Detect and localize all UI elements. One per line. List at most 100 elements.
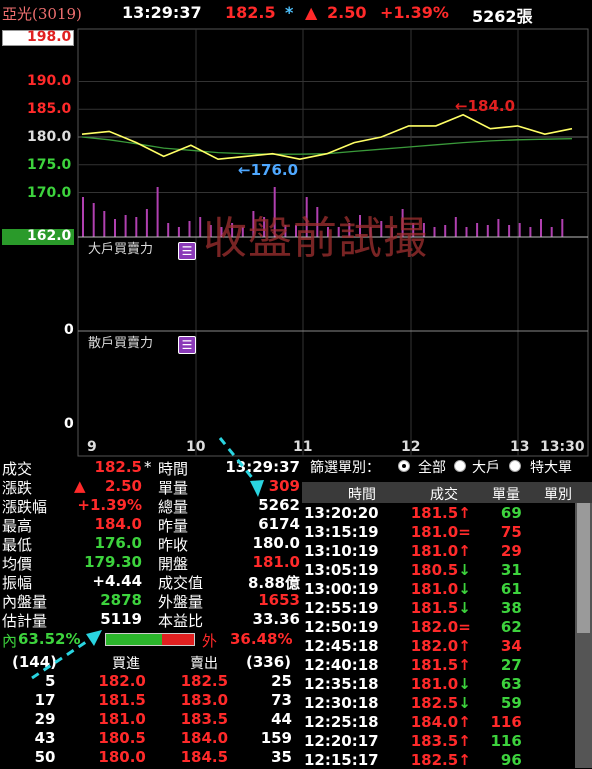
quote-row: 內盤量 2878 外盤量 1653 <box>0 591 302 611</box>
volume-bar <box>497 219 500 237</box>
up-triangle-icon: ▲ <box>74 477 86 495</box>
volume-bar <box>124 215 127 237</box>
volume-bar <box>529 227 532 237</box>
ask-price[interactable]: 183.5 <box>146 709 228 728</box>
bid-price[interactable]: 181.0 <box>55 709 145 728</box>
quote-row: 成交 182.5 * 時間 13:29:37 <box>0 458 302 478</box>
tick-direction-icon: ↓ <box>458 560 471 579</box>
tick-row[interactable]: 13:05:19 180.5↓ 31 <box>302 560 574 579</box>
tick-direction-icon: ↓ <box>458 579 471 598</box>
volume-bar <box>135 217 138 237</box>
x-label-13: 13 <box>510 439 530 455</box>
ticks-scrollbar[interactable] <box>575 503 592 768</box>
quote-value: 184.0 <box>94 515 142 533</box>
tick-price-value: 181.0 <box>410 541 459 560</box>
tick-direction-icon: ↑ <box>458 655 471 674</box>
filter-bar: 篩選單別： 全部 大戶 特大單 <box>304 456 592 478</box>
y-label-170: 170.0 <box>27 185 72 201</box>
inner-outer-row: 內 63.52% 外 36.48% <box>0 630 302 650</box>
tick-qty: 61 <box>500 579 522 598</box>
ask-price[interactable]: 182.5 <box>146 671 228 690</box>
tick-time: 12:15:17 <box>304 750 379 769</box>
tick-qty: 59 <box>500 693 522 712</box>
tick-type <box>532 674 574 693</box>
tick-row[interactable]: 12:20:17 183.5↑ 116 <box>302 731 574 750</box>
tick-time: 13:05:19 <box>304 560 379 579</box>
tick-row[interactable]: 12:25:18 184.0↑ 116 <box>302 712 574 731</box>
tick-row[interactable]: 12:30:18 182.5↓ 59 <box>302 693 574 712</box>
volume-bar <box>540 219 542 237</box>
tick-price-value: 182.5 <box>410 693 459 712</box>
tick-price-value: 181.0 <box>410 579 459 598</box>
tick-row[interactable]: 12:35:18 181.0↓ 63 <box>302 674 574 693</box>
volume-bar <box>518 223 521 237</box>
bid-price[interactable]: 180.5 <box>55 728 145 747</box>
zero-label-2: 0 <box>64 416 74 432</box>
tick-row[interactable]: 13:00:19 181.0↓ 61 <box>302 579 574 598</box>
ask-qty: 25 <box>271 671 292 690</box>
tick-row[interactable]: 12:45:18 182.0↑ 34 <box>302 636 574 655</box>
tick-row[interactable]: 12:40:18 181.5↑ 27 <box>302 655 574 674</box>
intraday-chart[interactable]: 198.0 190.0 185.0 180.0 175.0 170.0 162.… <box>0 26 592 460</box>
y-label-180: 180.0 <box>27 129 72 145</box>
radio-big-label[interactable]: 大戶 <box>472 457 500 477</box>
tick-price-value: 180.5 <box>410 560 459 579</box>
volume-bar <box>550 227 553 237</box>
tick-price-value: 182.0 <box>410 636 459 655</box>
tick-direction-icon: ↑ <box>458 750 471 769</box>
tick-price: 182.5↑ <box>386 750 472 769</box>
x-label-11: 11 <box>293 439 313 455</box>
tick-direction-icon: ↓ <box>458 674 471 693</box>
tick-price-value: 182.0 <box>410 617 459 636</box>
tick-price: 181.0= <box>386 522 472 541</box>
scrollbar-thumb[interactable] <box>577 503 590 633</box>
tick-direction-icon: ↑ <box>458 503 471 522</box>
retail-menu-icon[interactable]: ☰ <box>178 336 196 354</box>
tick-time: 12:50:19 <box>304 617 379 636</box>
quote-value2: 5262 <box>258 496 300 514</box>
radio-all[interactable] <box>398 460 410 472</box>
big-player-menu-icon[interactable]: ☰ <box>178 242 196 260</box>
tick-row[interactable]: 13:20:20 181.5↑ 69 <box>302 503 574 522</box>
bid-price[interactable]: 181.5 <box>55 690 145 709</box>
quote-key2: 成交值 <box>158 574 204 592</box>
ask-price[interactable]: 184.5 <box>146 747 228 766</box>
tick-row[interactable]: 12:55:19 181.5↓ 38 <box>302 598 574 617</box>
ask-price[interactable]: 184.0 <box>146 728 228 747</box>
quote-row: 漲跌 ▲ 2.50 單量 309 <box>0 477 302 497</box>
radio-huge-label[interactable]: 特大單 <box>530 457 572 477</box>
radio-huge[interactable] <box>509 460 521 472</box>
volume-bar <box>114 219 116 237</box>
tick-row[interactable]: 13:10:19 181.0↑ 29 <box>302 541 574 560</box>
bid-header: 買進 <box>112 656 140 672</box>
inner-label: 內 <box>2 632 18 650</box>
quote-key2: 開盤 <box>158 555 189 573</box>
tick-time: 13:10:19 <box>304 541 379 560</box>
tick-time: 12:20:17 <box>304 731 379 750</box>
ask-price[interactable]: 183.0 <box>146 690 228 709</box>
radio-big[interactable] <box>454 460 466 472</box>
tick-row[interactable]: 12:15:17 182.5↑ 96 <box>302 750 574 769</box>
bid-price[interactable]: 180.0 <box>55 747 145 766</box>
radio-all-label[interactable]: 全部 <box>418 457 446 477</box>
quote-value2: 6174 <box>258 515 300 533</box>
tick-type <box>532 636 574 655</box>
ask-qty: 159 <box>260 728 292 747</box>
tick-qty: 116 <box>490 731 522 750</box>
quote-key: 漲跌 <box>2 479 33 497</box>
x-label-10: 10 <box>186 439 206 455</box>
quote-value2: 180.0 <box>252 534 300 552</box>
stock-name[interactable]: 亞光(3019) <box>2 3 82 24</box>
ask-header: 賣出 <box>190 656 218 672</box>
volume-bar <box>177 227 180 237</box>
tick-row[interactable]: 13:15:19 181.0= 75 <box>302 522 574 541</box>
quote-row: 估計量 5119 本益比 33.36 <box>0 610 302 630</box>
tick-type <box>532 598 574 617</box>
tick-time: 12:55:19 <box>304 598 379 617</box>
tick-price-value: 181.0 <box>410 674 459 693</box>
bid-price[interactable]: 182.0 <box>55 671 145 690</box>
tick-row[interactable]: 12:50:19 182.0= 62 <box>302 617 574 636</box>
tick-type <box>532 541 574 560</box>
volume-bar <box>82 197 84 237</box>
x-label-1330: 13:30 <box>540 439 585 455</box>
